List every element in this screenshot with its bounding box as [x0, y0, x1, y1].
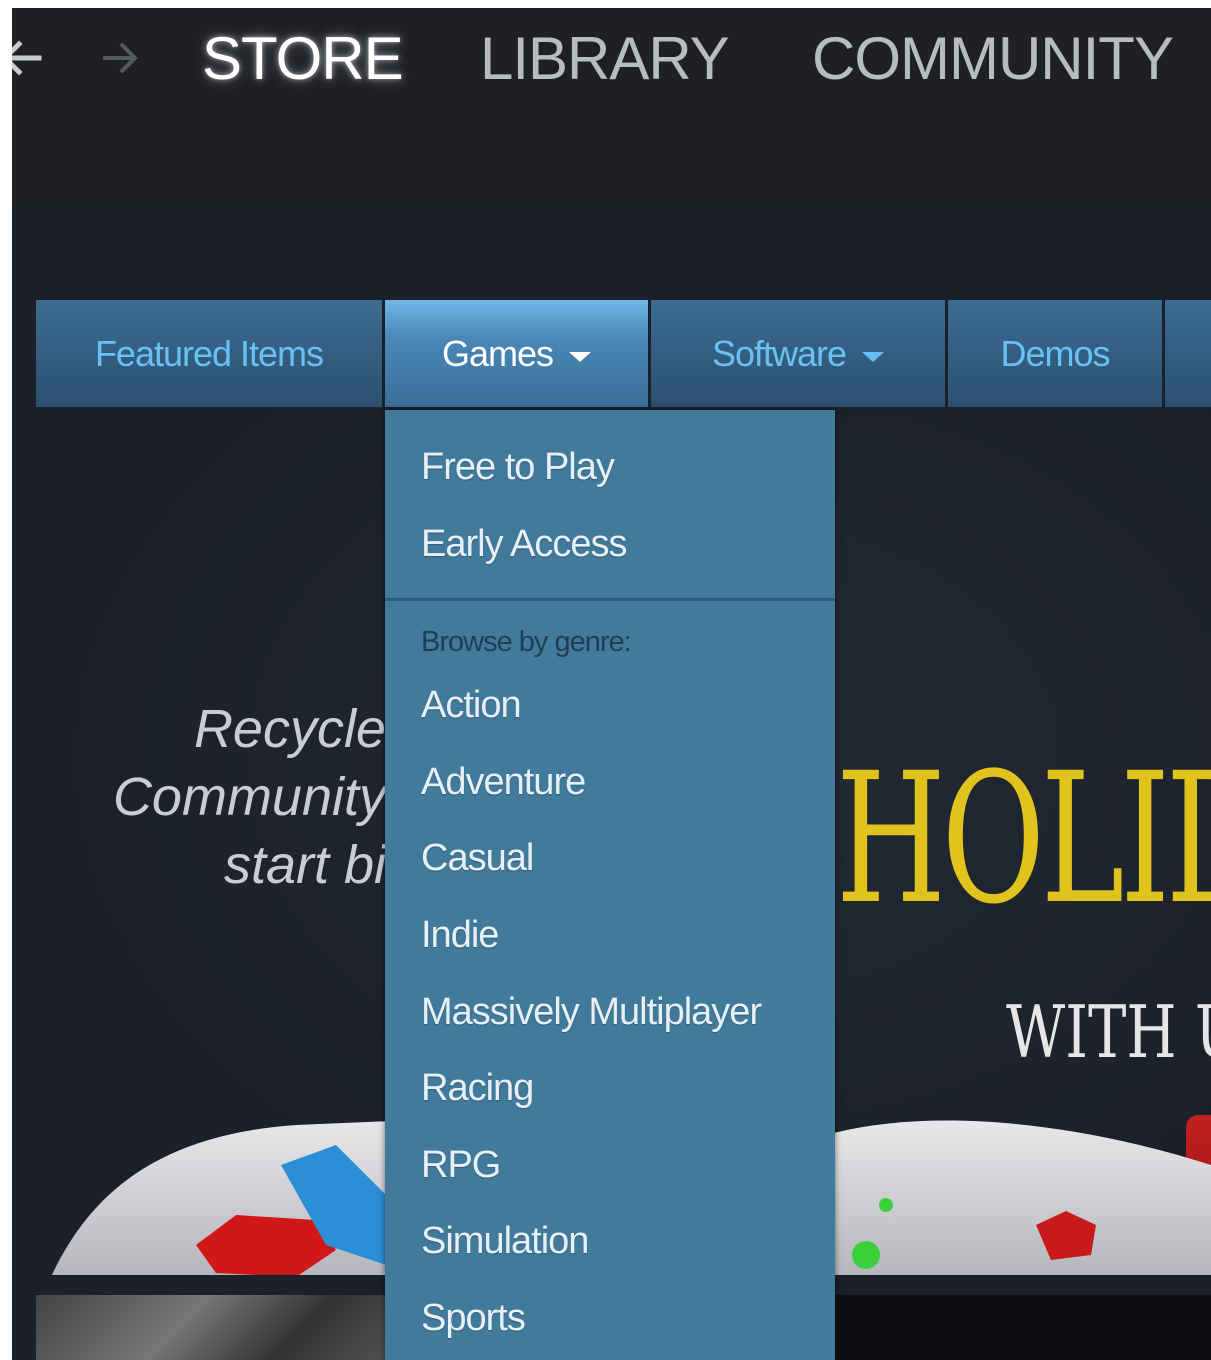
- subnav-tab-label: Software: [711, 332, 847, 374]
- menu-item-indie[interactable]: Indie: [421, 913, 499, 957]
- hero-text-line: Community: [112, 767, 386, 827]
- menu-item-sports[interactable]: Sports: [421, 1296, 526, 1340]
- caret-down-icon: [569, 351, 592, 362]
- subnav-tab-label: Featured Items: [94, 332, 324, 374]
- hero-text-line: Recycle: [193, 699, 386, 759]
- menu-item-early-access[interactable]: Early Access: [421, 522, 628, 566]
- subnav-tab-demos[interactable]: Demos: [948, 300, 1162, 407]
- forward-arrow-icon[interactable]: [98, 30, 144, 86]
- menu-item-rpg[interactable]: RPG: [421, 1143, 501, 1187]
- subnav-tab-software[interactable]: Software: [651, 300, 945, 407]
- tab-library[interactable]: LIBRARY: [480, 26, 730, 92]
- top-header: STORE LIBRARY COMMUNITY: [12, 8, 1211, 205]
- menu-item-adventure[interactable]: Adventure: [421, 760, 586, 804]
- menu-item-simulation[interactable]: Simulation: [421, 1219, 589, 1263]
- store-subnav: Featured Items Games Software Demos: [36, 300, 1211, 407]
- subnav-tab-label: Demos: [1000, 332, 1110, 374]
- tab-community[interactable]: COMMUNITY: [812, 26, 1174, 92]
- menu-item-free-to-play[interactable]: Free to Play: [421, 445, 615, 489]
- steam-client-window: STORE LIBRARY COMMUNITY Recycle Communit…: [12, 8, 1211, 1360]
- tab-store[interactable]: STORE: [202, 26, 404, 92]
- menu-item-casual[interactable]: Casual: [421, 836, 534, 880]
- subnav-tab-more[interactable]: [1165, 300, 1211, 407]
- hero-title: HOLID: [836, 735, 1211, 944]
- genre-heading: Browse by genre:: [421, 626, 632, 658]
- back-arrow-icon[interactable]: [12, 30, 44, 86]
- menu-item-racing[interactable]: Racing: [421, 1066, 534, 1110]
- game-thumbnail[interactable]: [36, 1295, 396, 1360]
- hero-text-line: start bi: [223, 835, 386, 895]
- games-dropdown-menu: Free to Play Early Access Browse by genr…: [385, 410, 835, 1360]
- menu-divider: [385, 598, 835, 601]
- subnav-tab-featured-items[interactable]: Featured Items: [36, 300, 382, 407]
- subnav-tab-games[interactable]: Games: [385, 300, 648, 407]
- menu-item-action[interactable]: Action: [421, 683, 522, 727]
- caret-down-icon: [862, 351, 885, 362]
- subnav-tab-label: Games: [441, 332, 554, 374]
- menu-item-massively-multiplayer[interactable]: Massively Multiplayer: [421, 990, 762, 1034]
